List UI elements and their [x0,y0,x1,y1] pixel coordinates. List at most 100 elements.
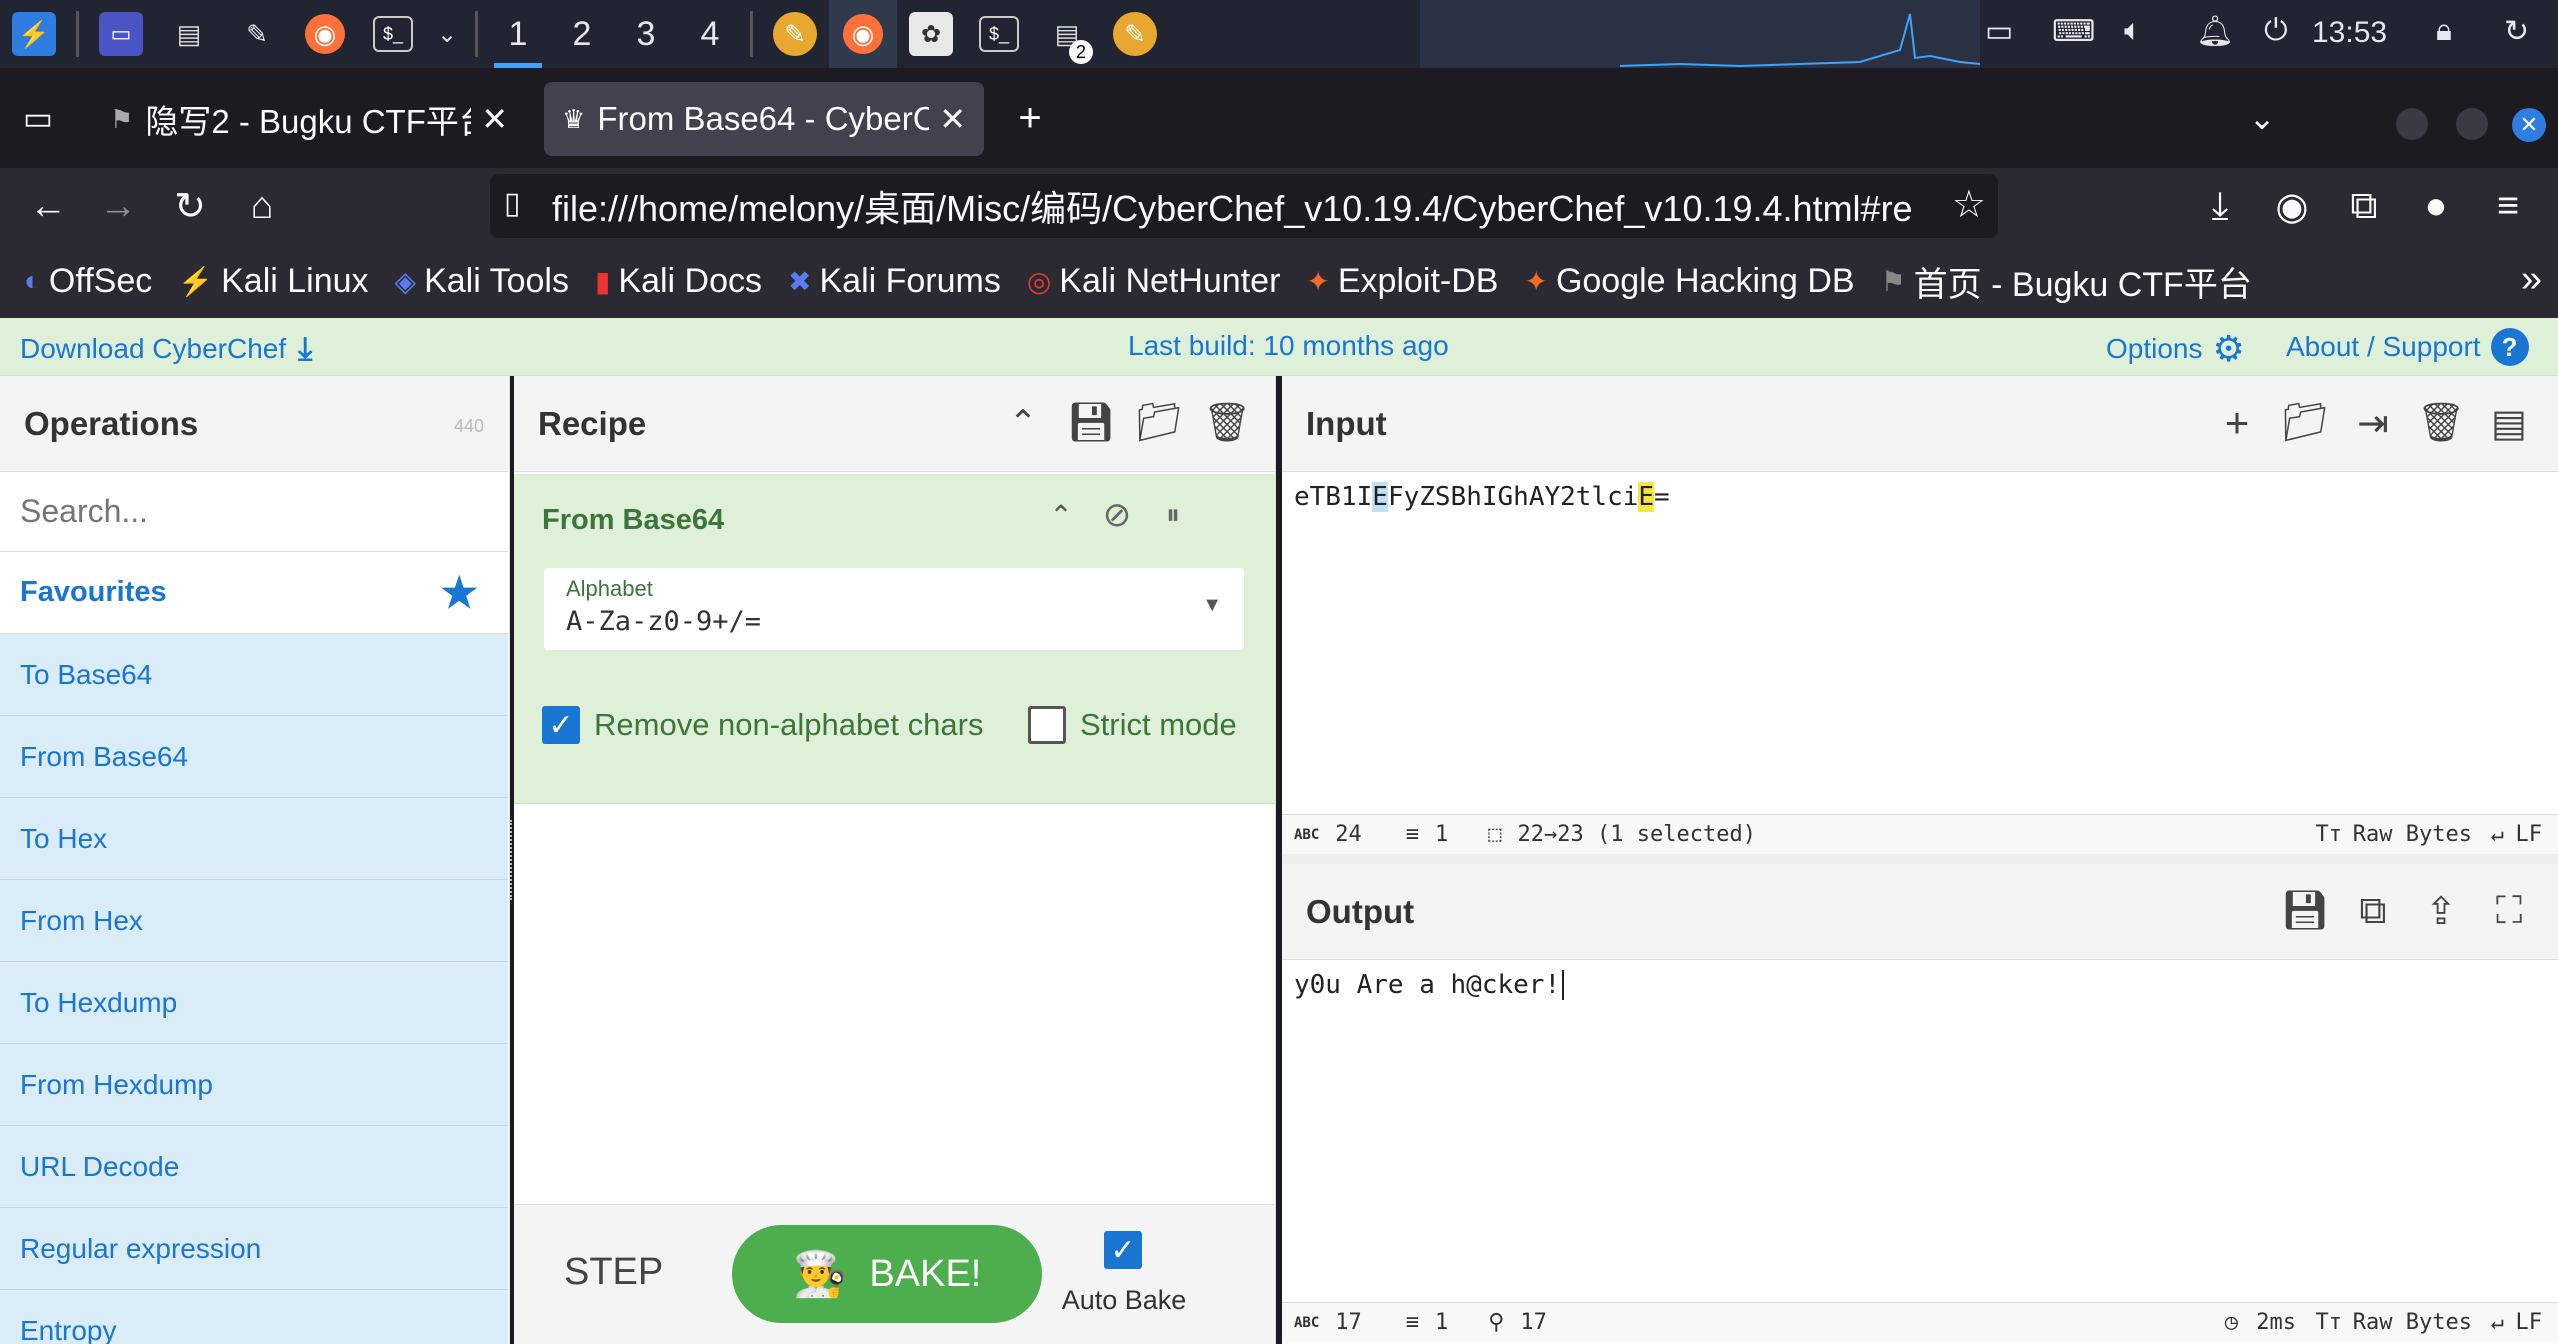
bookmark-kali-forums[interactable]: ✖ Kali Forums [788,262,1001,301]
favourites-category[interactable]: Favourites ★ [0,552,508,634]
output-encoding[interactable]: Raw Bytes [2353,1310,2472,1335]
output-eol[interactable]: LF [2516,1310,2543,1335]
open-file-icon[interactable]: ⇥ [2350,400,2396,446]
forward-arrow-icon[interactable]: → [88,176,148,236]
bookmark-exploit-db[interactable]: ✦ Exploit-DB [1306,262,1498,301]
step-button[interactable]: STEP [564,1251,663,1294]
volume-icon[interactable]: 🔈︎ [2124,14,2142,48]
workspace-1[interactable]: 1 [486,0,550,68]
bookmark-kali-nethunter[interactable]: ◎ Kali NetHunter [1027,262,1281,301]
input-eol[interactable]: LF [2516,822,2543,847]
operation-from-hex[interactable]: From Hex [0,880,508,962]
operation-from-base64[interactable]: From Base64 [0,716,508,798]
save-icon[interactable]: 💾︎ [1067,400,1115,446]
desktop-icon[interactable]: ▭ [87,0,155,68]
minimize-button[interactable] [2396,108,2428,140]
text-editor-icon[interactable]: ✎ [223,0,291,68]
power-icon[interactable]: ⏻ [2264,14,2288,48]
input-text[interactable]: eTB1IEFyZSBhIGhAY2tlciE= [1294,482,1670,512]
layout-icon[interactable]: ▤ [2486,400,2532,446]
download-icon[interactable]: ⤓ [2190,176,2250,236]
clock[interactable]: 13:53 [2312,16,2387,50]
bookmark-ghdb[interactable]: ✦ Google Hacking DB [1524,262,1854,301]
close-tab-icon[interactable]: ✕ [939,100,966,138]
terminal-window-icon[interactable]: $_ [965,0,1033,68]
folder-icon[interactable]: 📁︎ [1135,400,1183,446]
firefox-icon[interactable]: ◉ [291,0,359,68]
bake-button[interactable]: 👨‍🍳︎ BAKE! [732,1225,1042,1323]
hamburger-menu-icon[interactable]: ≡ [2478,176,2538,236]
list-tabs-icon[interactable]: ⌄ [2232,88,2292,148]
keyboard-icon[interactable]: ⌨ [2052,14,2095,49]
trash-icon[interactable]: 🗑︎ [1203,400,1251,446]
operation-url-decode[interactable]: URL Decode [0,1126,508,1208]
auto-bake-checkbox[interactable]: ✓ [1104,1231,1142,1269]
workspace-4[interactable]: 4 [678,0,742,68]
operation-to-hexdump[interactable]: To Hexdump [0,962,508,1044]
copy-icon[interactable]: ⧉ [2350,888,2396,934]
lock-icon[interactable]: 🔒︎ [2436,14,2452,48]
tab-bugku[interactable]: ⚑ 隐写2 - Bugku CTF平台 ✕ [92,82,526,156]
extension-circle-icon[interactable]: ● [2406,176,2466,236]
bookmark-kali-linux[interactable]: ⚡ Kali Linux [178,262,368,301]
operation-to-hex[interactable]: To Hex [0,798,508,880]
io-divider[interactable] [1282,854,2558,864]
maximize-button[interactable] [2456,108,2488,140]
app-window-icon[interactable]: ✎ [761,0,829,68]
back-arrow-icon[interactable]: ← [18,176,78,236]
more-bookmarks-icon[interactable]: » [2521,258,2542,301]
app-window-icon[interactable]: ✿ [897,0,965,68]
star-bookmark-icon[interactable]: ☆ [1943,182,1986,227]
extensions-icon[interactable]: ⧉ [2334,176,2394,236]
file-manager-icon[interactable]: ▤ [155,0,223,68]
fullscreen-icon[interactable]: ⛶ [2486,888,2532,934]
operation-to-base64[interactable]: To Base64 [0,634,508,716]
terminal-icon[interactable]: $_ [359,0,427,68]
operation-entropy[interactable]: Entropy [0,1290,508,1344]
file-manager-window-icon[interactable]: ▤ 2 [1033,0,1101,68]
operation-regular-expression[interactable]: Regular expression [0,1208,508,1290]
bell-icon[interactable]: 🔔︎ [2196,14,2234,49]
save-output-icon[interactable]: 💾︎ [2281,888,2329,934]
trash-icon[interactable]: 🗑︎ [2417,400,2465,446]
url-bar[interactable]: ▯ file:///home/melony/桌面/Misc/编码/CyberCh… [490,174,1998,238]
add-input-icon[interactable]: + [2214,399,2260,446]
download-cyberchef-link[interactable]: Download CyberChef ⤓ [20,330,312,368]
chevron-up-icon[interactable]: ⌃ [1000,400,1046,446]
firefox-window-icon[interactable]: ◉ [829,0,897,68]
bookmark-kali-docs[interactable]: ▮ Kali Docs [595,262,762,301]
firefox-view-icon[interactable]: ▭ [8,88,68,148]
bookmark-offsec[interactable]: ◐ OffSec [24,262,152,301]
recipe-operation-card[interactable]: From Base64 ⌃ ⊘ ⏸︎ Alphabet A-Za-z0-9+/=… [514,474,1275,804]
about-support-link[interactable]: About / Support ? [2286,328,2529,366]
operation-from-hexdump[interactable]: From Hexdump [0,1044,508,1126]
tab-cyberchef[interactable]: ♛ From Base64 - CyberChef ✕ [544,82,984,156]
kali-menu-icon[interactable]: ⚡ [0,0,68,68]
logout-icon[interactable]: ↻ [2504,14,2529,49]
workspace-2[interactable]: 2 [550,0,614,68]
output-text[interactable]: y0u Are a h@cker! [1294,970,1565,1000]
new-tab-button[interactable]: + [1000,88,1060,148]
bookmark-bugku[interactable]: ⚑ 首页 - Bugku CTF平台 [1881,257,2252,306]
operations-search-input[interactable] [0,472,508,552]
disable-icon[interactable]: ⊘ [1094,492,1140,538]
strict-mode-checkbox[interactable]: Strict mode [1028,706,1237,744]
alphabet-select[interactable]: Alphabet A-Za-z0-9+/= ▼ [544,568,1244,650]
chevron-down-icon[interactable]: ⌄ [427,0,467,68]
close-tab-icon[interactable]: ✕ [481,100,508,138]
workspace-3[interactable]: 3 [614,0,678,68]
app-window-icon[interactable]: ✎ [1101,0,1169,68]
reload-icon[interactable]: ↻ [160,176,220,236]
replace-input-icon[interactable]: ⇪ [2418,888,2464,934]
pause-icon[interactable]: ⏸︎ [1150,492,1196,538]
bookmark-kali-tools[interactable]: ◈ Kali Tools [395,262,569,301]
home-icon[interactable]: ⌂ [232,176,292,236]
input-encoding[interactable]: Raw Bytes [2353,822,2472,847]
remove-nonalpha-checkbox[interactable]: ✓ Remove non-alphabet chars [542,706,983,744]
account-icon[interactable]: ◉ [2262,176,2322,236]
open-folder-icon[interactable]: 📁︎ [2281,400,2329,446]
close-window-button[interactable]: ✕ [2512,108,2546,142]
monitor-icon[interactable]: ▭ [1985,14,2013,49]
options-link[interactable]: Options ⚙ [2106,328,2245,370]
chevron-up-icon[interactable]: ⌃ [1038,492,1084,538]
